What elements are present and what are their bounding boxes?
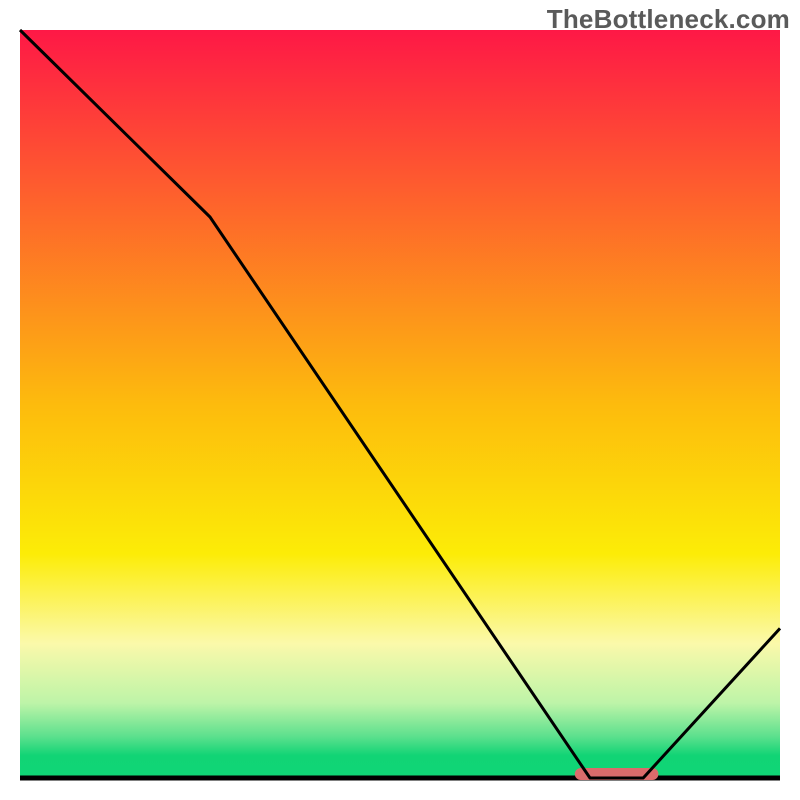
chart-stage: TheBottleneck.com bbox=[0, 0, 800, 800]
watermark-text: TheBottleneck.com bbox=[547, 4, 790, 35]
bottleneck-chart bbox=[0, 0, 800, 800]
